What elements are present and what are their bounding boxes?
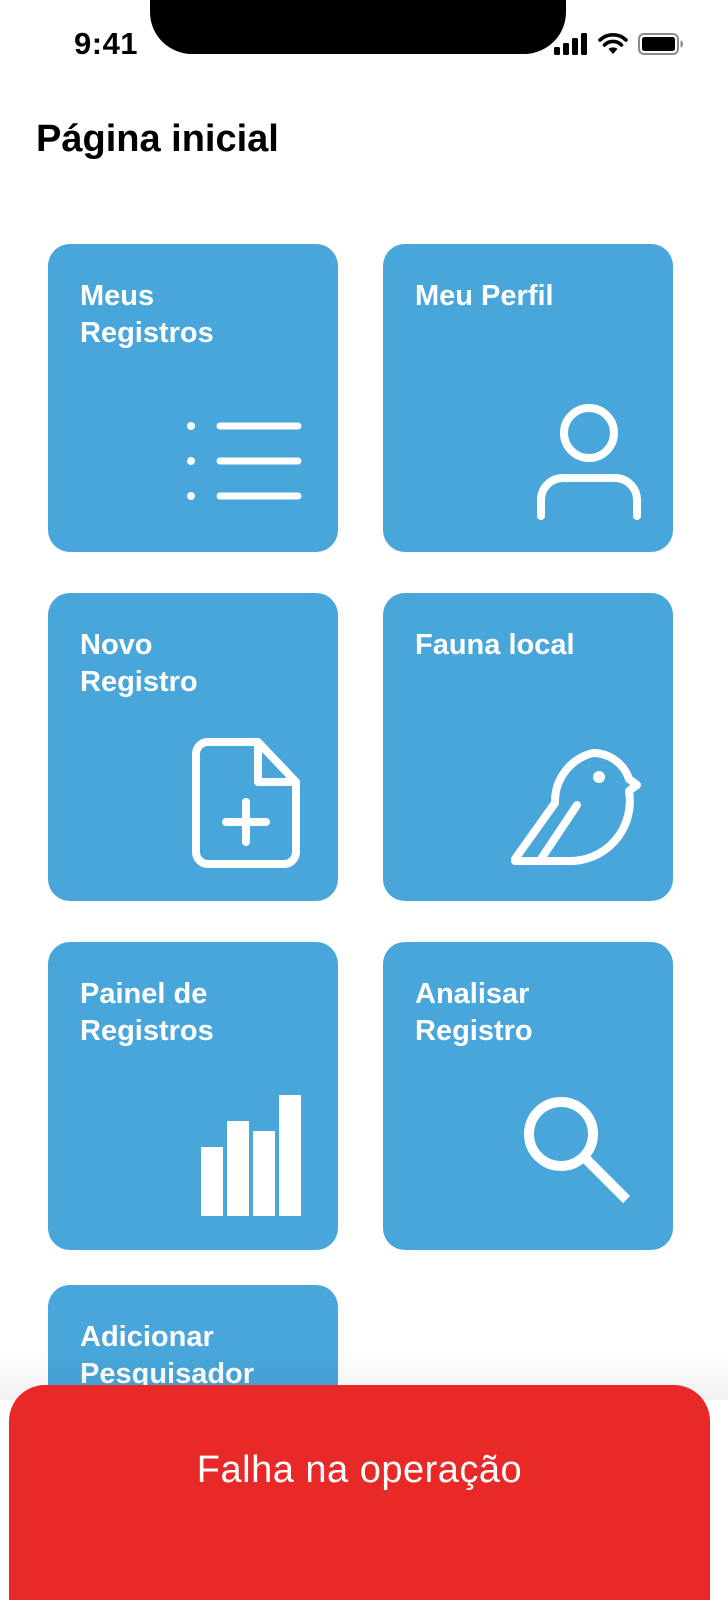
tile-analisar-registro[interactable]: Analisar Registro xyxy=(383,942,673,1250)
user-icon xyxy=(537,404,641,520)
tile-novo-registro[interactable]: Novo Registro xyxy=(48,593,338,901)
status-icons xyxy=(554,30,684,58)
home-screen: 9:41 Página inicial Meus Registros Meu P… xyxy=(0,0,728,1600)
list-icon xyxy=(187,422,302,500)
toast-message: Falha na operação xyxy=(196,1449,523,1491)
tile-fauna-local[interactable]: Fauna local xyxy=(383,593,673,901)
tile-label: Meus Registros xyxy=(80,280,214,349)
search-icon xyxy=(524,1097,631,1204)
tile-meus-registros[interactable]: Meus Registros xyxy=(48,244,338,552)
page-title: Página inicial xyxy=(36,118,279,160)
tile-painel-de-registros[interactable]: Painel de Registros xyxy=(48,942,338,1250)
file-add-icon xyxy=(192,738,300,868)
bird-icon xyxy=(511,749,641,866)
tile-label: Painel de Registros xyxy=(80,978,214,1047)
tile-label: Meu Perfil xyxy=(415,280,554,312)
tile-label: Analisar Registro xyxy=(415,978,533,1047)
bar-chart-icon xyxy=(201,1095,301,1216)
error-toast[interactable]: Falha na operação xyxy=(9,1385,710,1600)
tile-label: Novo Registro xyxy=(80,629,198,698)
device-notch xyxy=(150,0,566,54)
tile-label: Fauna local xyxy=(415,629,575,661)
tile-meu-perfil[interactable]: Meu Perfil xyxy=(383,244,673,552)
wifi-icon xyxy=(598,33,628,54)
signal-icon xyxy=(554,33,587,55)
status-time: 9:41 xyxy=(74,26,139,61)
battery-icon xyxy=(638,33,683,55)
